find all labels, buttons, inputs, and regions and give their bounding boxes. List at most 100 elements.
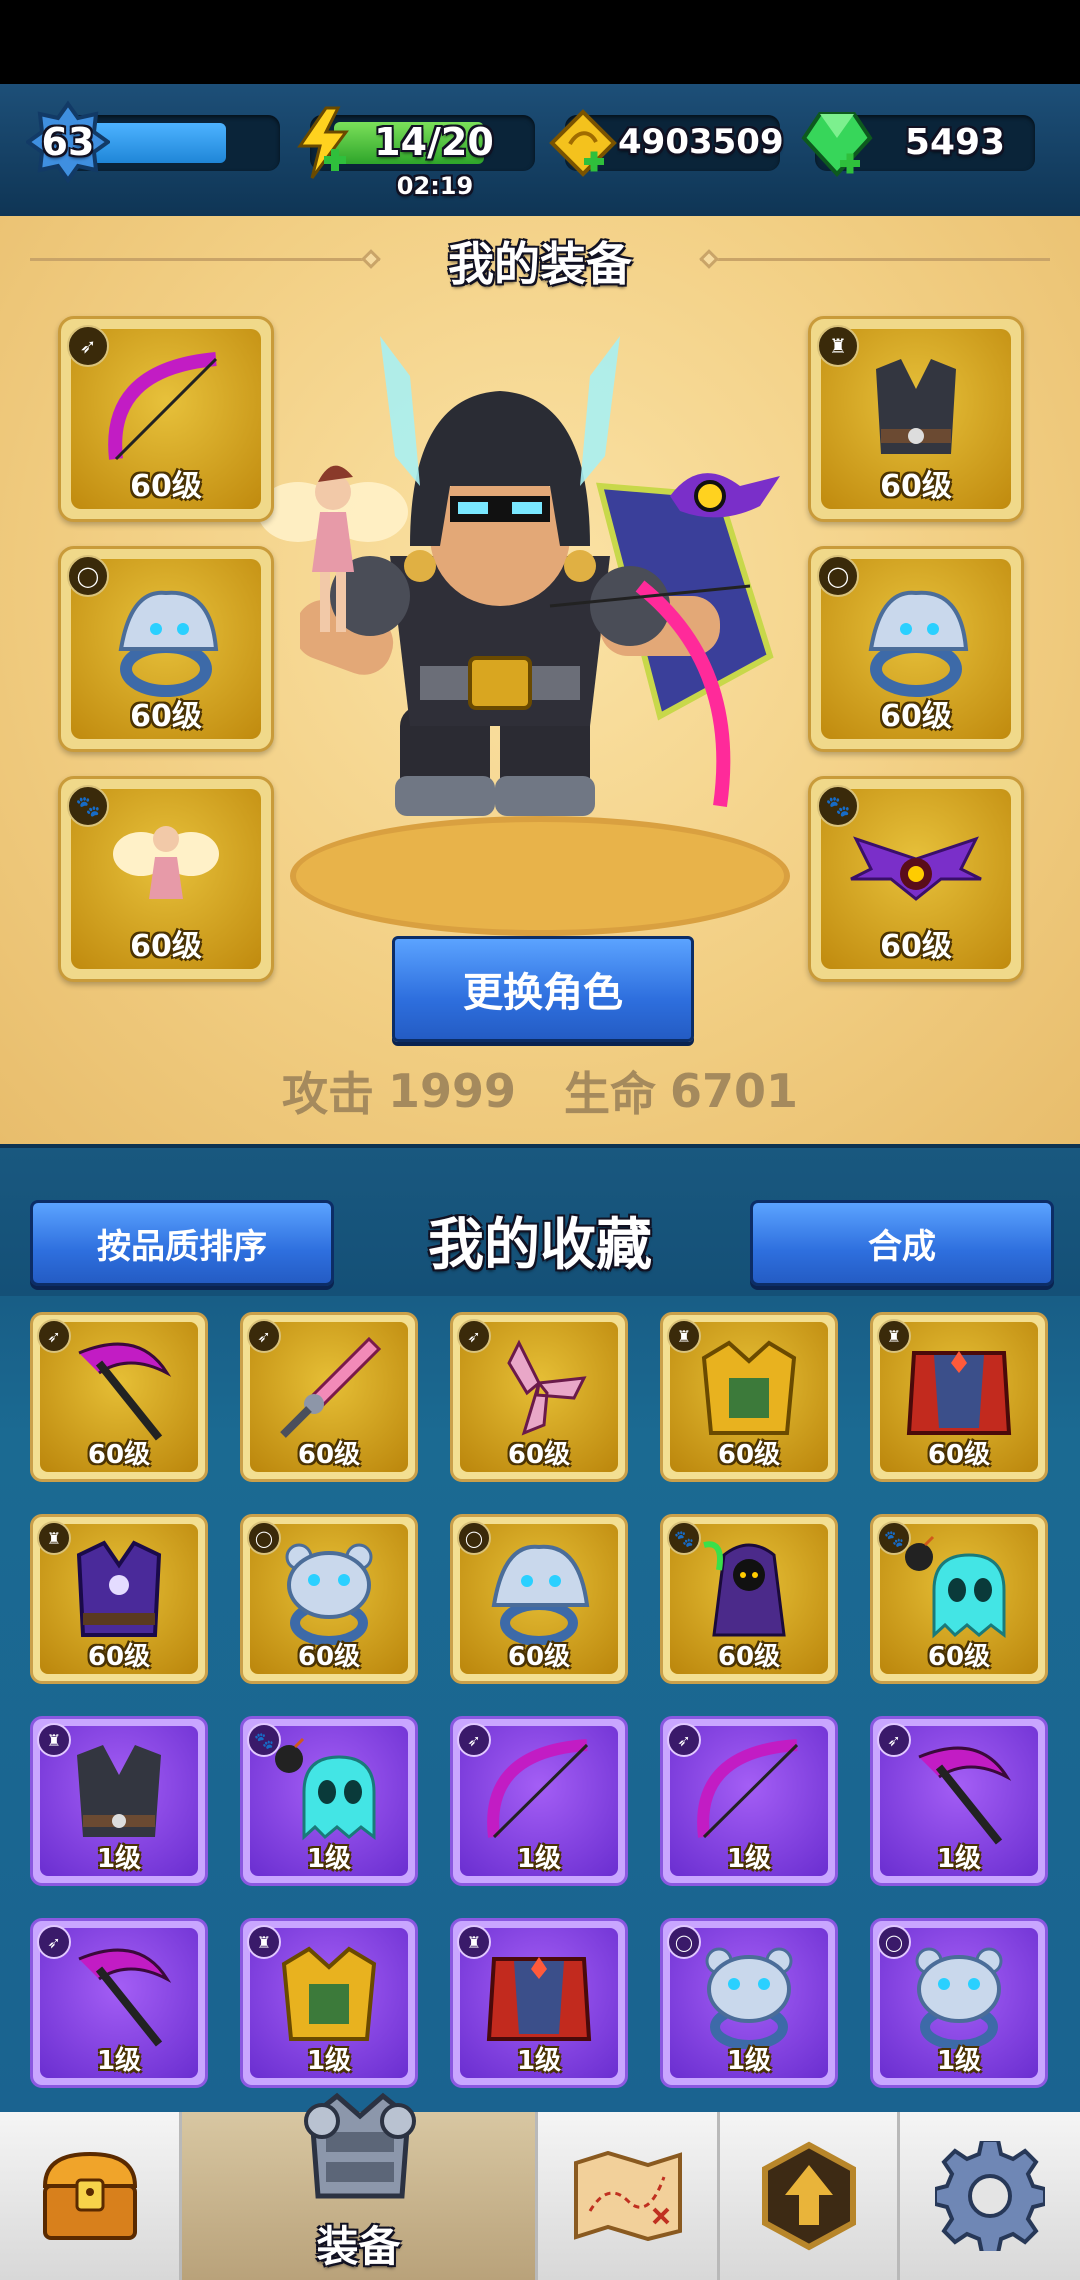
bow-icon [689,1737,809,1851]
reaper-icon [689,1535,809,1649]
item-level: 60级 [87,1642,151,1672]
equip-slot-armor[interactable]: ♜ 60级 [808,316,1024,522]
slot-level: 60级 [880,469,952,504]
hp-label: 生命 [564,1067,656,1121]
merge-button[interactable]: 合成 [750,1200,1054,1286]
bow-icon [479,1737,599,1851]
energy-timer: 02:19 [396,172,474,200]
item-level: 60级 [507,1440,571,1470]
nav-tab-equipment[interactable]: 装备 [182,2092,538,2280]
collection-item[interactable]: ➶ 1级 [450,1716,628,1886]
collection-item[interactable]: ➶ 60级 [240,1312,418,1482]
sword-icon [269,1333,389,1447]
collection-item[interactable]: ♜ 60级 [660,1312,838,1482]
collection-item[interactable]: ◯ 60级 [240,1514,418,1684]
item-level: 1级 [516,1844,562,1874]
item-level: 1级 [96,2046,142,2076]
collection-item[interactable]: ♜ 1级 [450,1918,628,2088]
pet-type-icon: 🐾 [67,785,109,827]
hero-stats: 攻击 1999 生命 6701 [240,1056,840,1126]
collection-item[interactable]: ➶ 60级 [450,1312,628,1482]
item-level: 1级 [726,1844,772,1874]
collection-panel: 按品质排序 我的收藏 合成 ➶ 60级 ➶ 60级 ➶ 60级 ♜ 60级 ♜ 60级 ♜ 60级 ◯ 6… [0,1144,1080,2112]
red-cape-icon [479,1939,599,2053]
item-level: 60级 [297,1440,361,1470]
slot-level: 60级 [130,929,202,964]
collection-grid: ➶ 60级 ➶ 60级 ➶ 60级 ♜ 60级 ♜ 60级 ♜ 60级 ◯ 60级 ◯ 60级 🐾 60级 🐾 60级… [0,1292,1080,2112]
collection-item[interactable]: ➶ 1级 [660,1716,838,1886]
nav-tab-settings[interactable] [900,2112,1080,2280]
item-level: 1级 [306,1844,352,1874]
collection-item[interactable]: ➶ 1级 [870,1716,1048,1886]
attack-value: 1999 [387,1064,516,1118]
nav-tab-upgrade[interactable] [720,2112,900,2280]
collection-item[interactable]: ♜ 60级 [30,1514,208,1684]
gem-icon [801,112,873,177]
item-level: 60级 [507,1642,571,1672]
gem-add-button[interactable] [800,108,874,178]
gold-add-button[interactable] [548,108,618,178]
boomerang-icon [479,1333,599,1447]
collection-item[interactable]: ➶ 1级 [30,1918,208,2088]
collection-item[interactable]: ◯ 1级 [870,1918,1048,2088]
collection-item[interactable]: ◯ 1级 [660,1918,838,2088]
collection-item[interactable]: ♜ 1级 [30,1716,208,1886]
dark-vest-icon [59,1737,179,1851]
collection-item[interactable]: ➶ 60级 [30,1312,208,1482]
armor-icon [292,2076,428,2212]
upgrade-arrow-icon [761,2141,856,2251]
fairy-icon [111,809,221,933]
hp-value: 6701 [670,1064,799,1118]
item-level: 60级 [927,1440,991,1470]
bat-icon [846,819,986,923]
collection-item[interactable]: 🐾 1级 [240,1716,418,1886]
level-badge[interactable]: 63 [24,100,112,184]
gold-armor-icon [269,1939,389,2053]
equip-slot-ring[interactable]: ◯ 60级 [58,546,274,752]
item-level: 1级 [936,2046,982,2076]
equip-slot-pet-2[interactable]: 🐾 60级 [808,776,1024,982]
item-level: 1级 [306,2046,352,2076]
scythe-icon [899,1737,1019,1851]
bomb-ghost-icon [269,1737,389,1851]
equip-slot-pet[interactable]: 🐾 60级 [58,776,274,982]
slot-level: 60级 [880,929,952,964]
sort-by-quality-button[interactable]: 按品质排序 [30,1200,334,1286]
change-role-button[interactable]: 更换角色 [392,936,694,1042]
scythe-icon [59,1333,179,1447]
gold-value: 4903509 [618,122,784,162]
item-level: 60级 [717,1440,781,1470]
lightning-icon [297,106,349,179]
gold-armor-icon [689,1333,809,1447]
collection-item[interactable]: ♜ 1级 [240,1918,418,2088]
item-level: 60级 [927,1642,991,1672]
collection-item[interactable]: 🐾 60级 [660,1514,838,1684]
wolf-ring-icon [101,579,231,703]
gear-icon [935,2141,1045,2251]
fairy-companion [258,452,408,672]
nav-tab-chest[interactable] [0,2112,182,2280]
wolf-ring-icon [479,1535,599,1649]
equip-slot-ring-2[interactable]: ◯ 60级 [808,546,1024,752]
slot-level: 60级 [880,699,952,734]
collection-item[interactable]: ◯ 60级 [450,1514,628,1684]
bear-ring-icon [899,1939,1019,2053]
nav-equipment-label: 装备 [316,2222,401,2271]
bottom-navigation: 装备 [0,2092,1080,2280]
equipment-panel: 我的装备 ➶ 60级 ◯ 60级 🐾 60级 ♜ 60级 ◯ 60级 🐾 60级… [0,216,1080,1144]
nav-tab-map[interactable] [538,2112,720,2280]
energy-add-button[interactable] [294,106,354,180]
purple-robe-icon [59,1535,179,1649]
collection-item[interactable]: ♜ 60级 [870,1312,1048,1482]
bear-ring-icon [269,1535,389,1649]
gem-value: 5493 [904,121,1006,163]
red-cape-icon [899,1333,1019,1447]
bomb-ghost-icon [899,1535,1019,1649]
gold-coin-icon [549,109,617,177]
equip-slot-weapon[interactable]: ➶ 60级 [58,316,274,522]
collection-item[interactable]: 🐾 60级 [870,1514,1048,1684]
item-level: 60级 [87,1440,151,1470]
slot-level: 60级 [130,469,202,504]
collection-header: 按品质排序 我的收藏 合成 [0,1144,1080,1296]
dark-vest-icon [856,349,976,473]
